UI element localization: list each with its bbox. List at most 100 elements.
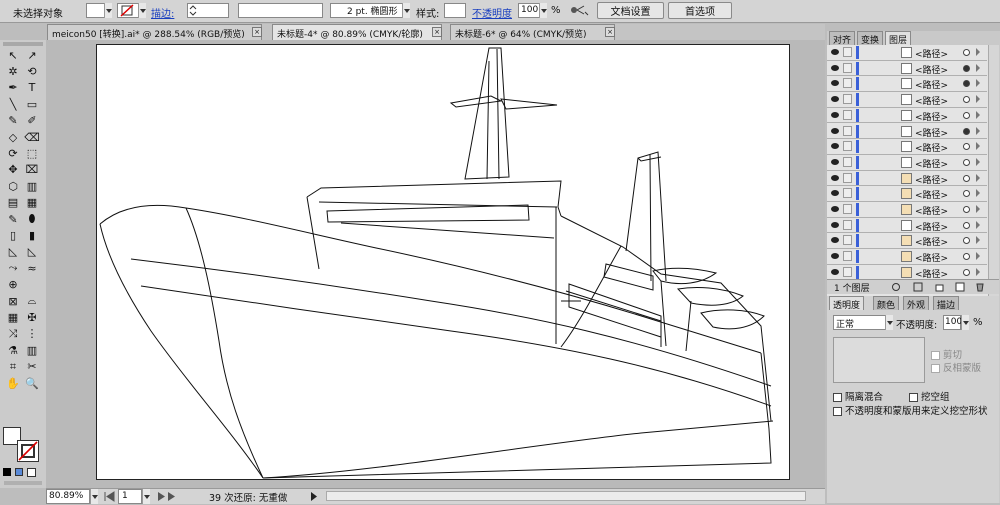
target-circle-icon[interactable] [963,158,970,166]
document-setup-button[interactable]: 文档设置 [597,2,664,19]
target-circle-icon[interactable] [963,221,970,229]
tool-34-icon[interactable]: ⤨ [4,327,22,341]
visibility-eye-icon[interactable] [831,64,839,71]
tool-5-icon[interactable]: T [23,81,41,95]
layer-row[interactable]: <路径> [827,76,987,93]
tool-0-icon[interactable]: ↖ [4,48,22,62]
tool-29-icon[interactable] [23,278,41,292]
color-mode-icon[interactable] [3,468,11,476]
stepper-icon[interactable] [188,4,198,17]
layer-row[interactable]: <路径> [827,45,987,61]
tool-14-icon[interactable]: ✥ [4,163,22,177]
knockout-group-checkbox[interactable]: 挖空组 [909,389,950,403]
lock-toggle[interactable] [843,47,852,57]
layer-row[interactable]: <路径> [827,92,987,108]
tool-12-icon[interactable]: ⟳ [4,146,22,160]
tool-3-icon[interactable]: ⟲ [23,64,41,78]
status-menu-icon[interactable] [309,491,319,502]
toolbox-grip[interactable] [3,42,43,46]
layer-row[interactable]: <路径> [827,202,987,218]
tool-17-icon[interactable]: ▥ [23,179,41,193]
expand-triangle-icon[interactable] [976,157,980,166]
tool-19-icon[interactable]: ▦ [23,196,41,210]
expand-triangle-icon[interactable] [976,110,980,119]
tool-33-icon[interactable]: ✠ [23,310,41,324]
tab-transform[interactable]: 变换 [857,31,884,46]
panel-opacity-dropdown-icon[interactable] [961,315,969,330]
tool-18-icon[interactable]: ▤ [4,196,22,210]
tool-31-icon[interactable]: ⌓ [23,294,41,308]
expand-triangle-icon[interactable] [976,267,980,276]
lock-toggle[interactable] [843,141,852,152]
stroke-weight-input[interactable] [187,3,229,18]
layer-row[interactable]: <路径> [827,139,987,155]
layer-row[interactable]: <路径> [827,233,987,250]
invert-mask-checkbox[interactable]: 反相蒙版 [931,360,981,374]
tool-7-icon[interactable]: ▭ [23,97,41,111]
tool-16-icon[interactable]: ⬡ [4,179,22,193]
graphic-style-swatch[interactable] [444,3,466,18]
tool-37-icon[interactable]: ▥ [23,343,41,357]
lock-toggle[interactable] [843,172,852,183]
tab-appearance[interactable]: 外观 [903,296,930,311]
visibility-eye-icon[interactable] [831,268,839,275]
mask-thumbnail[interactable] [833,337,925,383]
layer-row[interactable]: <路径> [827,123,987,140]
tool-8-icon[interactable]: ✎ [4,114,22,128]
visibility-eye-icon[interactable] [831,96,839,103]
layer-row[interactable]: <路径> [827,170,987,187]
expand-triangle-icon[interactable] [976,189,980,198]
target-circle-icon[interactable] [963,49,970,56]
lock-toggle[interactable] [843,219,852,230]
tool-9-icon[interactable]: ✐ [23,114,41,128]
layer-row[interactable]: <路径> [827,60,987,77]
stroke-dropdown-icon[interactable] [138,3,146,18]
tool-10-icon[interactable]: ◇ [4,130,22,144]
expand-triangle-icon[interactable] [976,95,980,104]
fill-dropdown-icon[interactable] [104,3,112,18]
expand-triangle-icon[interactable] [976,142,980,151]
layer-row[interactable]: <路径> [827,249,987,265]
tool-26-icon[interactable]: ⤳ [4,261,22,275]
brush-definition[interactable]: 2 pt. 椭圆形 [330,3,410,18]
artboard-dropdown-icon[interactable] [142,489,150,504]
doc-tab-untitled-4[interactable]: 未标题-4* @ 80.89% (CMYK/轮廓) [272,24,442,40]
visibility-eye-icon[interactable] [831,80,839,87]
layer-row[interactable]: <路径> [827,217,987,234]
artboard[interactable] [96,44,790,480]
lock-toggle[interactable] [843,266,852,277]
opacity-link[interactable]: 不透明度 [472,5,512,20]
lock-toggle[interactable] [843,235,852,246]
expand-triangle-icon[interactable] [976,173,980,182]
tool-41-icon[interactable]: 🔍 [23,376,41,390]
tool-27-icon[interactable]: ≈ [23,261,41,275]
clip-checkbox[interactable]: 剪切 [931,347,962,361]
isolate-blending-checkbox[interactable]: 隔离混合 [833,389,883,403]
visibility-eye-icon[interactable] [831,49,839,55]
blend-mode-dropdown-icon[interactable] [885,315,893,330]
next-artboard-icon[interactable] [156,491,178,502]
lock-toggle[interactable] [843,109,852,120]
tool-35-icon[interactable]: ⋮ [23,327,41,341]
tool-38-icon[interactable]: ⌗ [4,360,22,374]
lock-toggle[interactable] [843,125,852,136]
tool-15-icon[interactable]: ⌧ [23,163,41,177]
tool-24-icon[interactable]: ◺ [4,245,22,259]
expand-triangle-icon[interactable] [976,48,980,56]
zoom-dropdown-icon[interactable] [90,489,98,504]
lock-toggle[interactable] [843,78,852,89]
tool-11-icon[interactable]: ⌫ [23,130,41,144]
expand-triangle-icon[interactable] [976,236,980,245]
tab-stroke[interactable]: 描边 [933,296,960,311]
define-knockout-checkbox[interactable]: 不透明度和蒙版用来定义挖空形状 [833,403,988,417]
visibility-eye-icon[interactable] [831,221,839,228]
tool-25-icon[interactable]: ◺ [23,245,41,259]
delete-layer-icon[interactable] [975,282,985,292]
target-circle-icon[interactable] [963,96,970,104]
locate-object-icon[interactable] [891,282,901,292]
visibility-eye-icon[interactable] [831,253,839,260]
tab-layers[interactable]: 图层 [885,31,912,46]
layer-row[interactable]: <路径> [827,107,987,124]
tab-color[interactable]: 颜色 [873,296,900,311]
visibility-eye-icon[interactable] [831,206,839,212]
